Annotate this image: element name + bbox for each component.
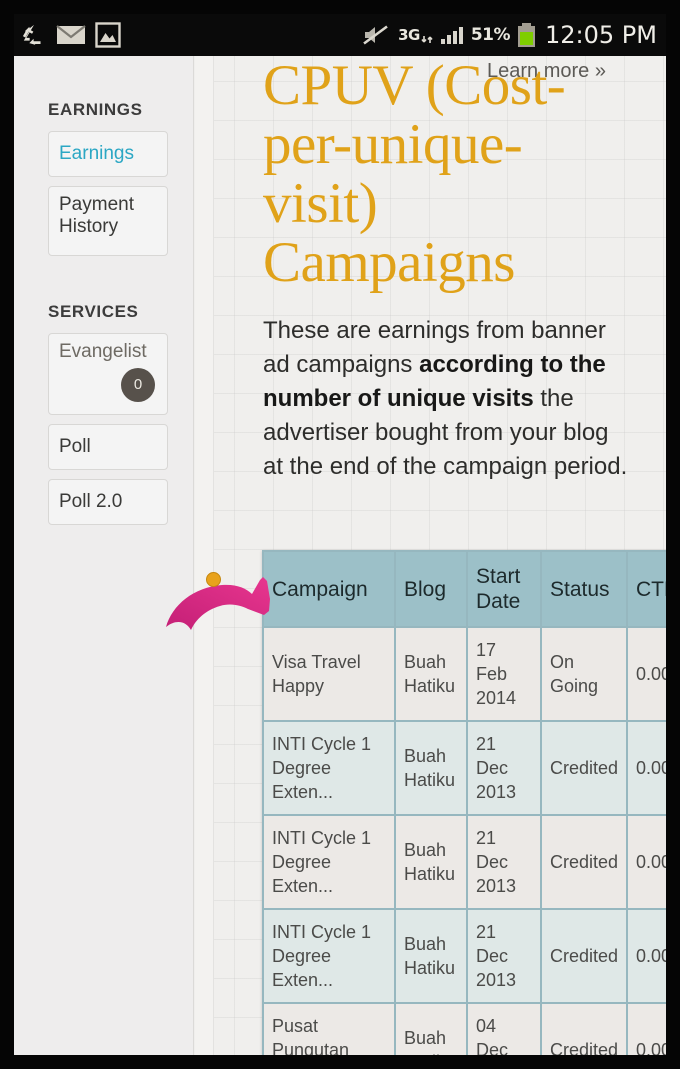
android-status-bar: 3G 51% 12:05 PM	[14, 14, 666, 56]
cell-start-date: 21 Dec 2013	[468, 722, 540, 814]
phone-screen: EARNINGS Earnings Payment History SERVIC…	[14, 14, 666, 1055]
sidebar-item-earnings-label: Earnings	[59, 142, 134, 164]
cell-campaign: Pusat Pungutan Zakat - Ye...	[264, 1004, 394, 1055]
sidebar-item-evangelist[interactable]: Evangelist 0	[48, 333, 168, 415]
main-content: Learn more » CPUV (Cost-per-unique-visit…	[166, 42, 666, 1055]
cell-status: Credited	[542, 816, 626, 908]
cell-campaign: INTI Cycle 1 Degree Exten...	[264, 722, 394, 814]
page-title: CPUV (Cost-per-unique-visit) Campaigns	[263, 54, 566, 294]
recycle-icon	[22, 24, 41, 45]
cell-status: Credited	[542, 722, 626, 814]
orange-dot-marker-icon	[206, 572, 221, 587]
network-type-indicator: 3G	[398, 25, 433, 45]
cell-ctr: 0.00%	[628, 1004, 666, 1055]
cell-start-date: 21 Dec 2013	[468, 910, 540, 1002]
cell-blog: Buah Hatiku	[396, 816, 466, 908]
sidebar-item-evangelist-label: Evangelist	[59, 341, 147, 362]
cell-campaign: Visa Travel Happy	[264, 628, 394, 720]
sidebar-item-poll-2-label: Poll 2.0	[59, 490, 123, 512]
network-type-label: 3G	[398, 25, 420, 44]
cell-start-date: 21 Dec 2013	[468, 816, 540, 908]
mail-icon	[56, 25, 86, 44]
page-description: These are earnings from banner ad campai…	[263, 314, 631, 484]
cell-blog: Buah Hatiku	[396, 1004, 466, 1055]
content-gutter	[195, 42, 214, 1055]
battery-percent-label: 51%	[470, 25, 511, 45]
cell-blog: Buah Hatiku	[396, 910, 466, 1002]
cell-status: Credited	[542, 910, 626, 1002]
mute-icon	[363, 25, 388, 45]
cell-ctr: 0.00%	[628, 816, 666, 908]
table-row[interactable]: INTI Cycle 1 Degree Exten... Buah Hatiku…	[264, 722, 666, 814]
sidebar-item-poll-label: Poll	[59, 435, 91, 457]
campaigns-table-panel: Campaign Blog Start Date Status CTR Visa…	[262, 550, 666, 1055]
cell-blog: Buah Hatiku	[396, 628, 466, 720]
webpage-body: EARNINGS Earnings Payment History SERVIC…	[14, 42, 666, 1055]
cell-start-date: 17 Feb 2014	[468, 628, 540, 720]
cell-status: Credited	[542, 1004, 626, 1055]
campaigns-table: Campaign Blog Start Date Status CTR Visa…	[262, 550, 666, 1055]
cell-start-date: 04 Dec 2013	[468, 1004, 540, 1055]
sidebar-item-earnings[interactable]: Earnings	[48, 131, 168, 177]
battery-icon	[518, 23, 536, 47]
sidebar-section-earnings-title: EARNINGS	[48, 100, 143, 119]
sidebar-item-payment-history[interactable]: Payment History	[48, 186, 168, 256]
cell-campaign: INTI Cycle 1 Degree Exten...	[264, 816, 394, 908]
cell-status: On Going	[542, 628, 626, 720]
table-row[interactable]: Pusat Pungutan Zakat - Ye... Buah Hatiku…	[264, 1004, 666, 1055]
evangelist-count-badge: 0	[121, 368, 155, 402]
col-header-status[interactable]: Status	[542, 552, 626, 626]
table-row[interactable]: Visa Travel Happy Buah Hatiku 17 Feb 201…	[264, 628, 666, 720]
col-header-campaign[interactable]: Campaign	[264, 552, 394, 626]
sidebar-item-payment-history-label: Payment History	[59, 194, 134, 238]
status-bar-clock: 12:05 PM	[545, 21, 657, 49]
cell-ctr: 0.00%	[628, 910, 666, 1002]
col-header-start-date[interactable]: Start Date	[468, 552, 540, 626]
sidebar-section-services-title: SERVICES	[48, 302, 139, 321]
cell-campaign: INTI Cycle 1 Degree Exten...	[264, 910, 394, 1002]
cell-ctr: 0.00%	[628, 722, 666, 814]
cell-blog: Buah Hatiku	[396, 722, 466, 814]
col-header-blog[interactable]: Blog	[396, 552, 466, 626]
device-frame: EARNINGS Earnings Payment History SERVIC…	[0, 0, 680, 1069]
sidebar-item-poll[interactable]: Poll	[48, 424, 168, 470]
photo-icon	[95, 22, 121, 48]
table-row[interactable]: INTI Cycle 1 Degree Exten... Buah Hatiku…	[264, 910, 666, 1002]
cell-ctr: 0.00%	[628, 628, 666, 720]
table-header-row: Campaign Blog Start Date Status CTR	[264, 552, 666, 626]
signal-bars-icon	[440, 26, 463, 44]
sidebar-item-poll-2[interactable]: Poll 2.0	[48, 479, 168, 525]
col-header-ctr[interactable]: CTR	[628, 552, 666, 626]
table-row[interactable]: INTI Cycle 1 Degree Exten... Buah Hatiku…	[264, 816, 666, 908]
sidebar: EARNINGS Earnings Payment History SERVIC…	[14, 42, 194, 1055]
data-transfer-arrows-icon	[421, 36, 433, 43]
